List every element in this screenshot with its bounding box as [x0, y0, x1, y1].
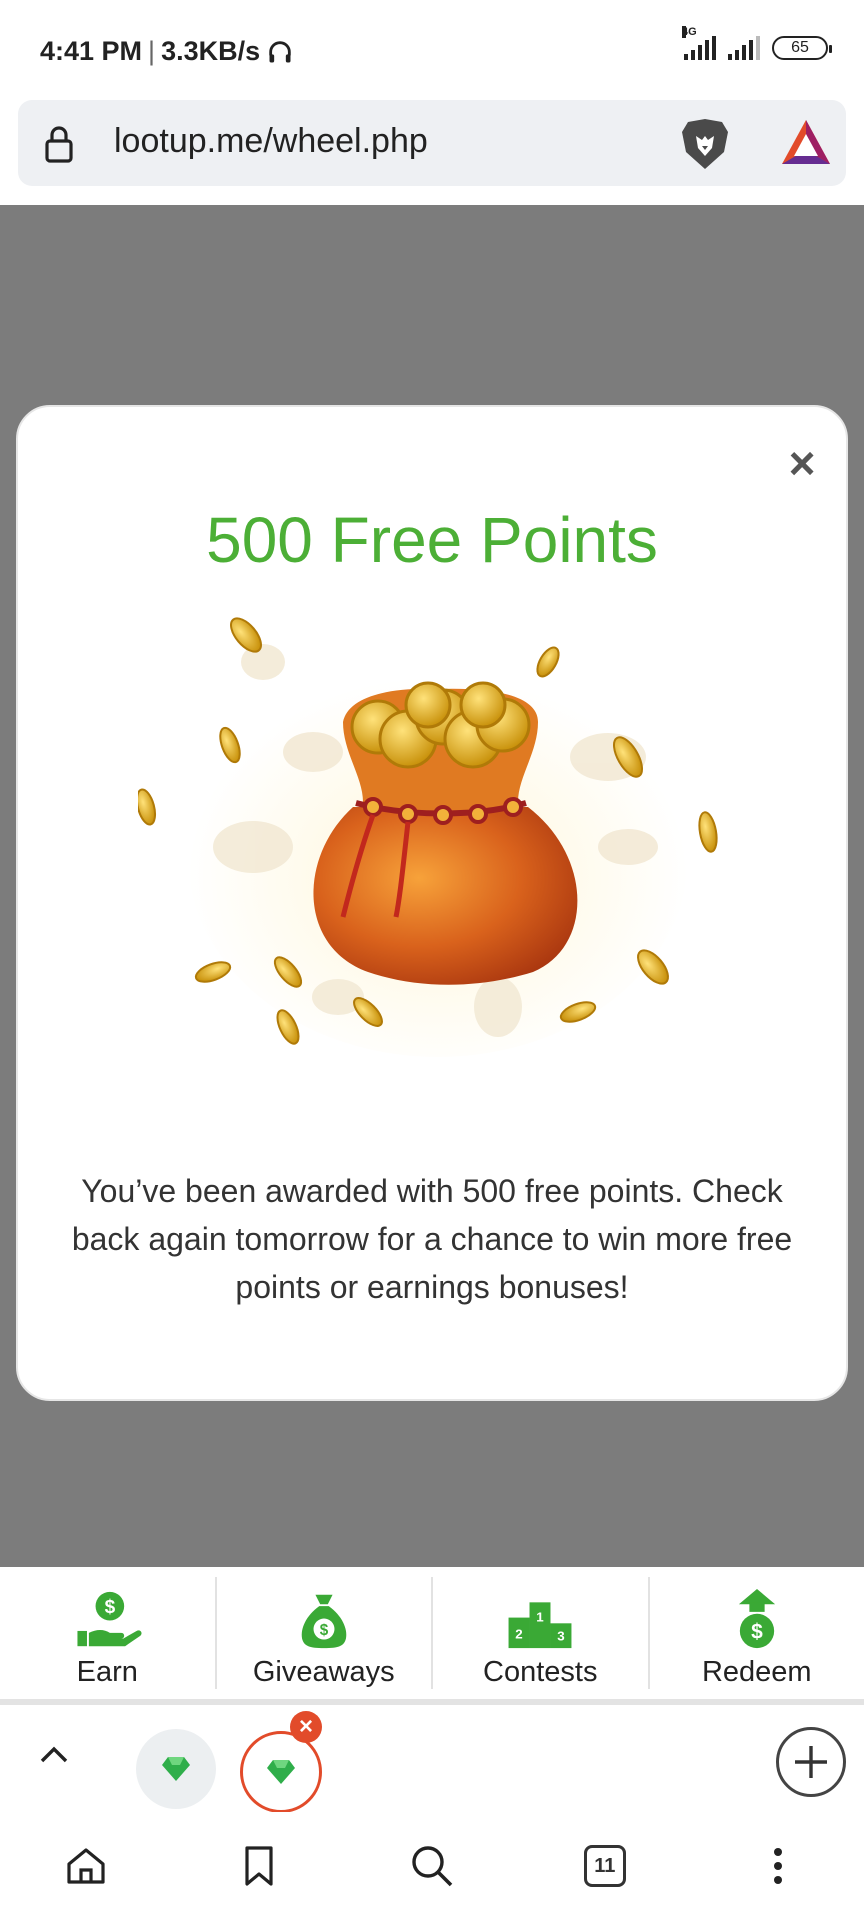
bookmark-button[interactable]: [229, 1836, 289, 1896]
earn-hand-dollar-icon: $: [77, 1591, 142, 1647]
home-icon: [67, 1848, 105, 1884]
bat-rewards-icon[interactable]: [780, 118, 832, 166]
podium-number-1: 1: [537, 1609, 545, 1624]
nav-giveaways[interactable]: $ Giveaways: [217, 1577, 433, 1689]
bookmark-icon: [245, 1846, 273, 1886]
browser-toolbar: 11: [0, 1812, 864, 1920]
money-bag-icon: $: [301, 1594, 347, 1649]
svg-text:$: $: [320, 1622, 329, 1639]
status-speed: 3.3KB/s: [161, 36, 261, 66]
chevron-up-icon[interactable]: [36, 1737, 72, 1773]
new-tab-icon[interactable]: [776, 1727, 846, 1797]
status-separator: |: [148, 36, 156, 66]
podium-icon: 2 1 3: [508, 1602, 572, 1649]
nav-giveaways-label: Giveaways: [252, 1656, 395, 1688]
battery-icon: 65: [772, 36, 832, 60]
search-button[interactable]: [402, 1836, 462, 1896]
nav-contests-label: Contests: [483, 1656, 598, 1688]
tab-count: 11: [583, 1845, 626, 1887]
nav-redeem[interactable]: $ Redeem: [650, 1577, 864, 1689]
status-bar: 4:41 PM | 3.3KB/s 4G 65: [0, 0, 864, 98]
address-bar[interactable]: lootup.me/wheel.php: [18, 100, 846, 186]
modal-title: 500 Free Points: [206, 504, 658, 576]
status-left: 4:41 PM | 3.3KB/s: [40, 36, 294, 67]
close-icon[interactable]: ×: [782, 440, 822, 486]
nav-earn[interactable]: $ Earn: [0, 1577, 217, 1689]
status-right: 4G 65: [682, 26, 832, 60]
menu-button[interactable]: [748, 1836, 808, 1896]
redeem-arrow-dollar-icon: $: [738, 1589, 775, 1649]
tab-strip: ×: [0, 1711, 864, 1813]
lock-icon[interactable]: [44, 124, 74, 164]
home-button[interactable]: [56, 1836, 116, 1896]
svg-text:$: $: [751, 1621, 763, 1644]
nav-earn-label: Earn: [76, 1656, 138, 1688]
svg-text:$: $: [105, 1597, 116, 1618]
coin-bag-illustration: [138, 617, 718, 1057]
brave-shield-icon[interactable]: [678, 116, 732, 172]
plus-icon: [795, 1746, 827, 1778]
modal-message: You’ve been awarded with 500 free points…: [71, 1173, 793, 1305]
signal-4g-icon: 4G: [682, 26, 716, 60]
reward-modal: × 500 Free Points You’ve been awarded wi…: [16, 405, 848, 1401]
site-bottom-nav: $ Earn $ Giveaways 2 1 3 Contests $ Rede…: [0, 1567, 864, 1705]
search-icon: [412, 1846, 453, 1887]
url-text[interactable]: lootup.me/wheel.php: [114, 122, 428, 161]
tab-active[interactable]: [240, 1731, 322, 1813]
tabs-button[interactable]: 11: [575, 1836, 635, 1896]
nav-contests[interactable]: 2 1 3 Contests: [433, 1577, 650, 1689]
emerald-icon: [267, 1760, 295, 1784]
more-vert-icon: [773, 1848, 782, 1884]
headphones-icon: [269, 40, 291, 62]
nav-redeem-label: Redeem: [701, 1656, 812, 1688]
tab-inactive[interactable]: [136, 1729, 216, 1809]
signal-icon: [728, 36, 760, 60]
status-time: 4:41 PM: [40, 36, 143, 66]
podium-number-2: 2: [516, 1627, 523, 1642]
podium-number-3: 3: [558, 1628, 565, 1643]
network-type: 4G: [682, 26, 697, 38]
emerald-icon: [162, 1757, 190, 1781]
tab-close-icon[interactable]: ×: [290, 1711, 322, 1743]
